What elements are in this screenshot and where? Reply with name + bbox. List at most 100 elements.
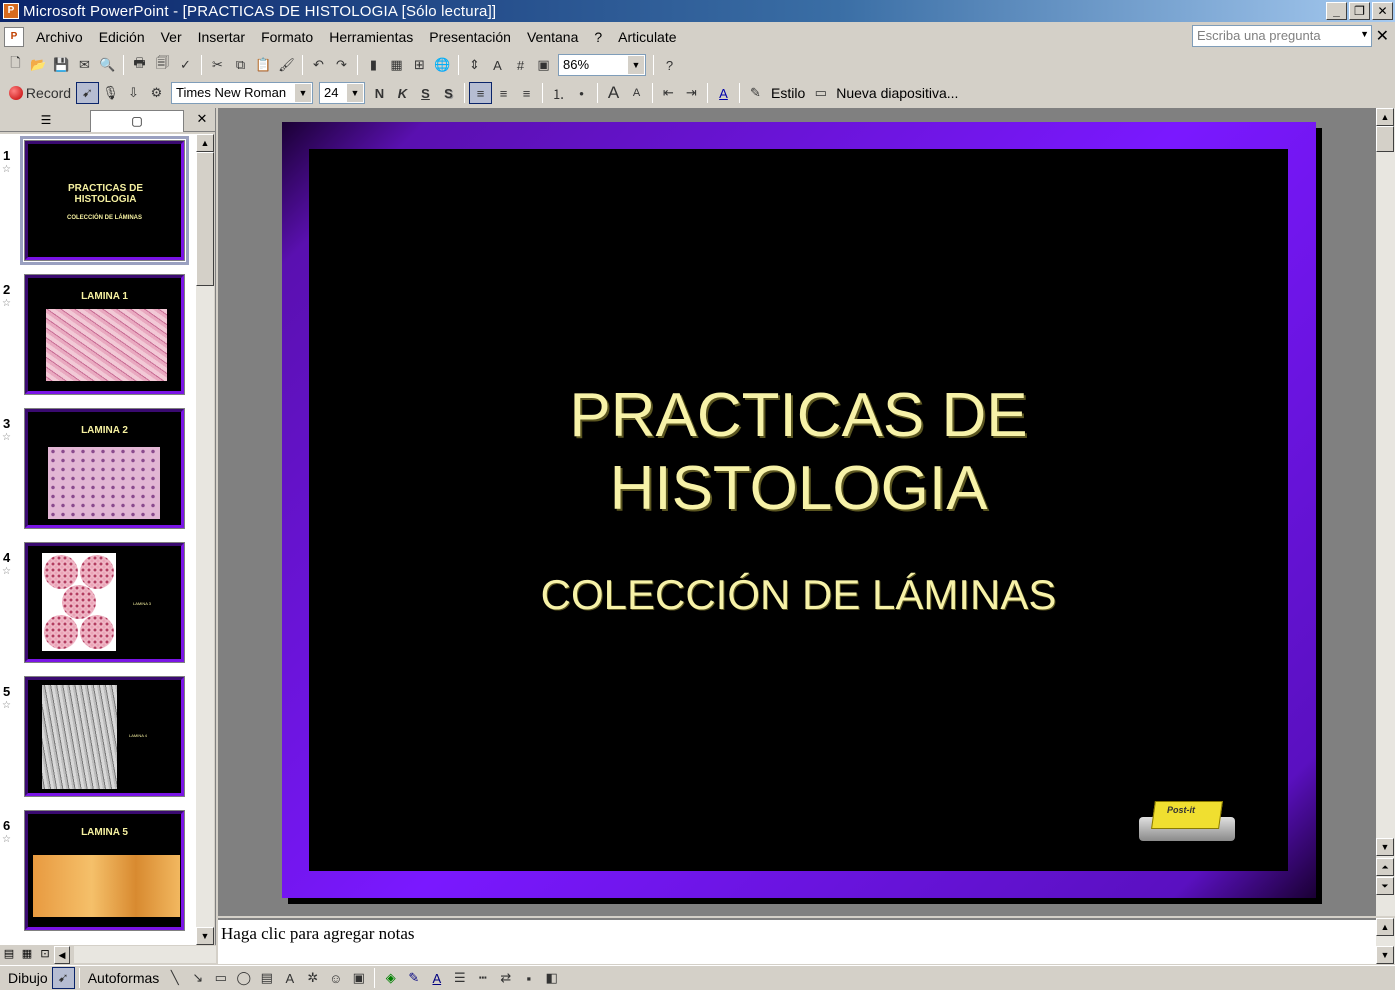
new-slide-icon[interactable]: ▭ bbox=[809, 82, 832, 104]
scroll-down-icon[interactable]: ▼ bbox=[1376, 838, 1394, 856]
expand-all-icon[interactable]: ⇕ bbox=[463, 54, 486, 76]
3d-style-icon[interactable]: ◧ bbox=[540, 967, 563, 989]
notes-scrollbar[interactable]: ▲ ▼ bbox=[1376, 918, 1395, 964]
chart-icon[interactable]: ▮ bbox=[362, 54, 385, 76]
arrow-icon[interactable]: ↘ bbox=[186, 967, 209, 989]
decrease-indent-icon[interactable]: ⇤ bbox=[657, 82, 680, 104]
show-grid-icon[interactable]: # bbox=[509, 54, 532, 76]
line-icon[interactable]: ╲ bbox=[163, 967, 186, 989]
paste-icon[interactable]: 📋 bbox=[252, 54, 275, 76]
spelling-icon[interactable]: ✓ bbox=[174, 54, 197, 76]
underline-button[interactable]: S bbox=[414, 82, 437, 104]
format-painter-icon[interactable]: 🖌 bbox=[275, 54, 298, 76]
scroll-down-icon[interactable]: ▼ bbox=[196, 927, 214, 945]
align-right-icon[interactable]: ≡ bbox=[515, 82, 538, 104]
numbering-icon[interactable]: ⒈ bbox=[547, 82, 570, 104]
slide-thumbnail-3[interactable]: LAMINA 2 bbox=[24, 408, 185, 529]
close-icon[interactable]: ✕ bbox=[193, 110, 211, 128]
dash-style-icon[interactable]: ┅ bbox=[471, 967, 494, 989]
slide-subtitle[interactable]: COLECCIÓN DE LÁMINAS bbox=[309, 571, 1288, 619]
normal-view-icon[interactable]: ▤ bbox=[0, 946, 18, 963]
help-icon[interactable]: ? bbox=[658, 54, 681, 76]
menu-ver[interactable]: Ver bbox=[153, 29, 190, 45]
chevron-down-icon[interactable]: ▼ bbox=[347, 84, 363, 102]
menu-archivo[interactable]: Archivo bbox=[28, 29, 91, 45]
bullets-icon[interactable]: • bbox=[570, 82, 593, 104]
scroll-down-icon[interactable]: ▼ bbox=[1376, 946, 1394, 964]
document-icon[interactable]: P bbox=[4, 27, 24, 47]
next-slide-icon[interactable]: ⏷ bbox=[1376, 877, 1394, 895]
diagram-icon[interactable]: ✲ bbox=[301, 967, 324, 989]
italic-button[interactable]: K bbox=[391, 82, 414, 104]
tab-outline[interactable]: ☰ bbox=[4, 110, 88, 132]
articulate-options-icon[interactable]: ⚙ bbox=[145, 82, 168, 104]
redo-icon[interactable]: ↷ bbox=[330, 54, 353, 76]
zoom-combo[interactable]: 86% ▼ bbox=[558, 54, 646, 76]
email-icon[interactable]: ✉ bbox=[73, 54, 96, 76]
scroll-up-icon[interactable]: ▲ bbox=[1376, 108, 1394, 126]
slide-thumbnail-5[interactable]: LAMINA 4 bbox=[24, 676, 185, 797]
slideshow-icon[interactable]: ⊡ bbox=[36, 946, 54, 963]
shadow-button[interactable]: S bbox=[437, 82, 460, 104]
slide-thumbnail-4[interactable]: LAMINA 3 bbox=[24, 542, 185, 663]
new-slide-button[interactable]: Nueva diapositiva... bbox=[832, 85, 962, 101]
autoshapes-button[interactable]: Autoformas bbox=[84, 970, 164, 986]
hyperlink-icon[interactable]: 🌐 bbox=[431, 54, 454, 76]
notes-pane[interactable]: Haga clic para agregar notas bbox=[218, 918, 1376, 964]
line-color-icon[interactable]: ✎ bbox=[402, 967, 425, 989]
publish-icon[interactable]: ⇩ bbox=[122, 82, 145, 104]
search-icon[interactable]: 🔍 bbox=[96, 54, 119, 76]
close-button[interactable]: ✕ bbox=[1372, 2, 1393, 20]
design-icon[interactable]: ✎ bbox=[744, 82, 767, 104]
align-center-icon[interactable]: ≡ bbox=[492, 82, 515, 104]
font-name-combo[interactable]: Times New Roman ▼ bbox=[171, 82, 313, 104]
slide-thumbnail-2[interactable]: LAMINA 1 bbox=[24, 274, 185, 395]
pointer-icon[interactable]: ➹ bbox=[76, 82, 99, 104]
print-preview-icon[interactable]: 🗐 bbox=[151, 54, 174, 76]
image-icon[interactable]: ▣ bbox=[347, 967, 370, 989]
menu-insertar[interactable]: Insertar bbox=[190, 29, 253, 45]
select-objects-icon[interactable]: ➹ bbox=[51, 967, 75, 989]
align-left-icon[interactable]: ≡ bbox=[469, 82, 492, 104]
new-file-icon[interactable]: 🗋 bbox=[4, 54, 27, 76]
font-color-icon[interactable]: A bbox=[425, 967, 448, 989]
menu-help[interactable]: ? bbox=[586, 29, 610, 45]
menu-articulate[interactable]: Articulate bbox=[610, 29, 684, 45]
menu-formato[interactable]: Formato bbox=[253, 29, 321, 45]
current-slide[interactable]: PRACTICAS DE HISTOLOGIA COLECCIÓN DE LÁM… bbox=[282, 122, 1316, 898]
table-icon[interactable]: ▦ bbox=[385, 54, 408, 76]
powerpoint-app-icon[interactable]: P bbox=[3, 3, 19, 19]
postit-icon[interactable]: Post-it bbox=[1139, 799, 1235, 843]
textbox-icon[interactable]: ▤ bbox=[255, 967, 278, 989]
tab-slides[interactable]: ▢ bbox=[90, 110, 184, 132]
restore-button[interactable]: ❐ bbox=[1349, 2, 1370, 20]
thumbnails-scrollbar[interactable]: ▲ ▼ bbox=[196, 134, 214, 945]
open-folder-icon[interactable]: 📂 bbox=[27, 54, 50, 76]
copy-icon[interactable]: ⧉ bbox=[229, 54, 252, 76]
oval-icon[interactable]: ◯ bbox=[232, 967, 255, 989]
line-style-icon[interactable]: ☰ bbox=[448, 967, 471, 989]
clipart-icon[interactable]: ☺ bbox=[324, 967, 347, 989]
draw-menu-button[interactable]: Dibujo bbox=[4, 970, 52, 986]
style-button[interactable]: Estilo bbox=[767, 85, 809, 101]
menu-presentacion[interactable]: Presentación bbox=[421, 29, 519, 45]
menu-edicion[interactable]: Edición bbox=[91, 29, 153, 45]
scroll-thumb[interactable] bbox=[196, 152, 214, 286]
shadow-style-icon[interactable]: ▪ bbox=[517, 967, 540, 989]
rectangle-icon[interactable]: ▭ bbox=[209, 967, 232, 989]
show-formatting-icon[interactable]: A bbox=[486, 54, 509, 76]
print-icon[interactable]: 🖶 bbox=[128, 54, 151, 76]
menu-herramientas[interactable]: Herramientas bbox=[321, 29, 421, 45]
color-grayscale-icon[interactable]: ▣ bbox=[532, 54, 555, 76]
menu-ventana[interactable]: Ventana bbox=[519, 29, 586, 45]
increase-font-icon[interactable]: A bbox=[602, 82, 625, 104]
scroll-thumb[interactable] bbox=[1376, 126, 1394, 152]
ask-question-input[interactable]: Escriba una pregunta ▼ bbox=[1192, 25, 1372, 47]
minimize-button[interactable]: _ bbox=[1326, 2, 1347, 20]
decrease-font-icon[interactable]: A bbox=[625, 82, 648, 104]
font-color-icon[interactable]: A bbox=[712, 82, 735, 104]
slide-thumbnail-6[interactable]: LAMINA 5 bbox=[24, 810, 185, 931]
document-close-icon[interactable]: ✕ bbox=[1376, 26, 1389, 46]
scroll-up-icon[interactable]: ▲ bbox=[1376, 918, 1394, 936]
wordart-icon[interactable]: A bbox=[278, 967, 301, 989]
